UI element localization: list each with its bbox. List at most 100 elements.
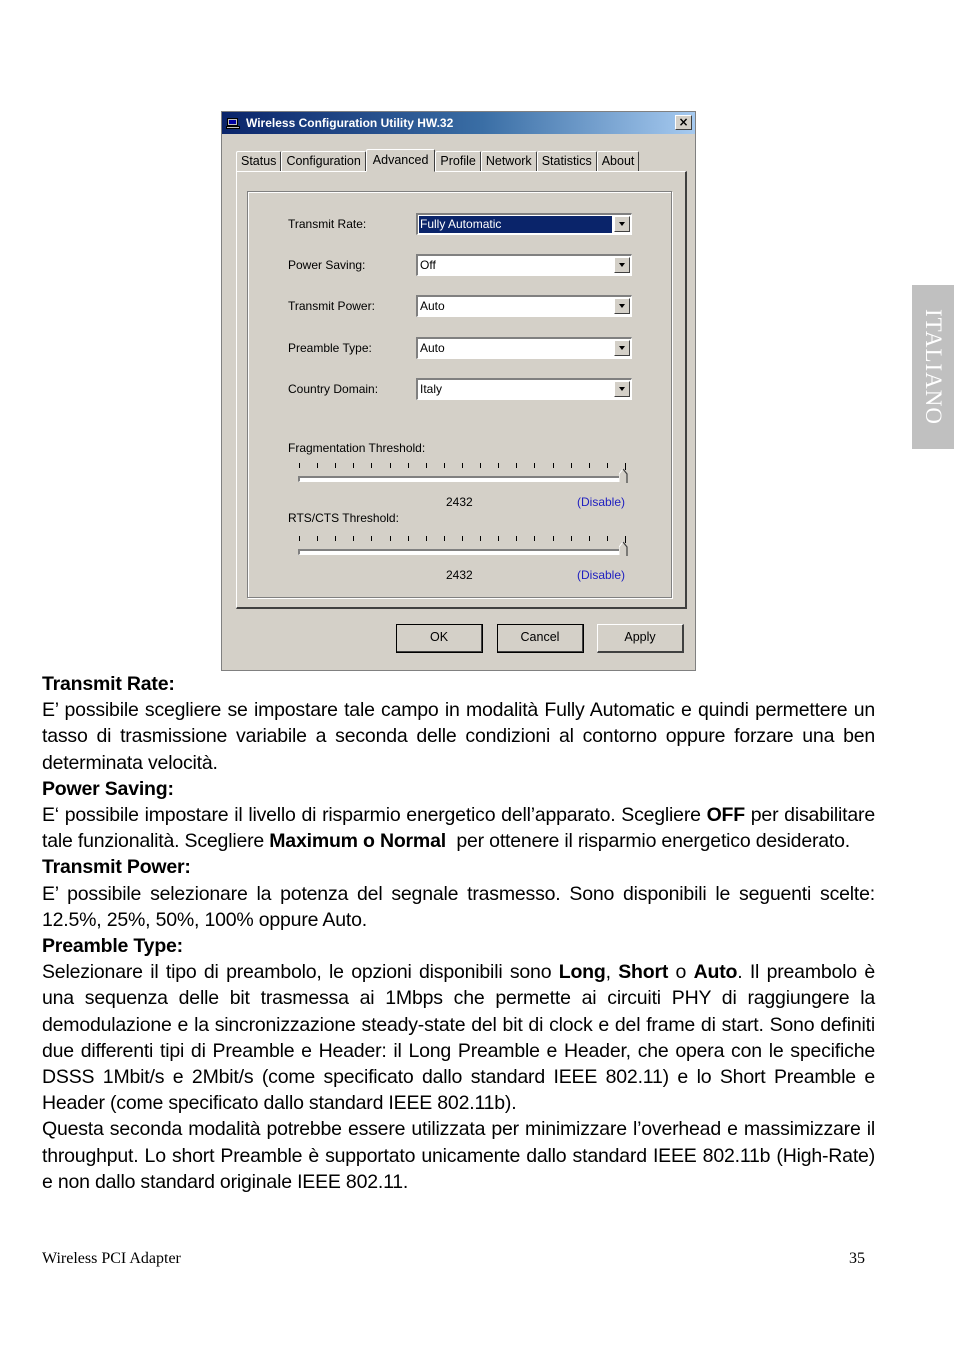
preamble-type-label: Preamble Type: bbox=[288, 341, 372, 355]
slider-tick bbox=[317, 536, 319, 541]
section-heading: Transmit Rate: bbox=[42, 673, 175, 695]
emphasis-long: Long bbox=[558, 961, 606, 984]
ok-button[interactable]: OK bbox=[396, 624, 483, 653]
tab-profile[interactable]: Profile bbox=[435, 151, 481, 171]
text-run: o bbox=[668, 961, 694, 984]
slider-tick bbox=[335, 536, 337, 541]
slider-tick bbox=[498, 536, 500, 541]
apply-button[interactable]: Apply bbox=[597, 624, 684, 653]
slider-tick bbox=[335, 463, 337, 468]
tab-status[interactable]: Status bbox=[236, 151, 282, 171]
computer-icon bbox=[226, 117, 240, 129]
close-button[interactable]: × bbox=[675, 115, 692, 130]
preamble-type-value: Auto bbox=[420, 341, 445, 355]
emphasis-auto: Auto bbox=[693, 961, 738, 984]
slider-tick bbox=[425, 536, 427, 541]
text-run: E‘ possibile impostare il livello di ris… bbox=[42, 804, 707, 827]
slider-tick bbox=[570, 536, 572, 541]
tab-configuration[interactable]: Configuration bbox=[281, 151, 366, 171]
text-run: per ottenere il risparmio energetico des… bbox=[445, 830, 850, 853]
rts-cts-threshold-state: (Disable) bbox=[577, 568, 626, 582]
emphasis-short: Short bbox=[618, 961, 669, 984]
slider-tick bbox=[425, 463, 427, 468]
section-paragraph: E’ possibile scegliere se impostare tale… bbox=[42, 699, 875, 774]
slider-tick bbox=[371, 463, 373, 468]
slider-tick bbox=[516, 463, 518, 468]
rts-cts-threshold-value: 2432 bbox=[446, 568, 473, 582]
title-bar[interactable]: Wireless Configuration Utility HW.32 × bbox=[222, 112, 695, 134]
chevron-down-icon[interactable] bbox=[614, 298, 630, 314]
section-paragraph: Selezionare il tipo di preambolo, le opz… bbox=[42, 959, 875, 1116]
page-number: 35 bbox=[849, 1250, 865, 1267]
window-title: Wireless Configuration Utility HW.32 bbox=[246, 116, 454, 130]
text-run: Selezionare il tipo di preambolo, le opz… bbox=[42, 961, 559, 984]
tab-statistics[interactable]: Statistics bbox=[536, 151, 597, 171]
close-icon: × bbox=[678, 115, 689, 129]
slider-tick bbox=[480, 536, 482, 541]
section-paragraph: Questa seconda modalità potrebbe essere … bbox=[42, 1118, 875, 1193]
country-domain-value: Italy bbox=[420, 382, 443, 396]
slider-track bbox=[298, 549, 624, 555]
advanced-tab-panel: Transmit Rate: Fully Automatic Power Sav… bbox=[236, 171, 687, 609]
slider-thumb[interactable] bbox=[619, 541, 628, 557]
power-saving-label: Power Saving: bbox=[288, 258, 366, 272]
slider-tick bbox=[389, 536, 391, 541]
slider-tick bbox=[443, 463, 445, 468]
slider-tick bbox=[371, 536, 373, 541]
chevron-down-icon[interactable] bbox=[614, 340, 630, 356]
tab-about[interactable]: About bbox=[596, 151, 640, 171]
country-domain-label: Country Domain: bbox=[288, 382, 379, 396]
emphasis-off: OFF bbox=[706, 804, 746, 827]
slider-tick bbox=[588, 463, 590, 468]
cancel-button[interactable]: Cancel bbox=[497, 624, 584, 653]
slider-tick bbox=[606, 463, 608, 468]
slider-ticks bbox=[298, 463, 628, 470]
chevron-down-icon[interactable] bbox=[614, 381, 630, 397]
slider-tick bbox=[588, 536, 590, 541]
fragmentation-threshold-slider[interactable] bbox=[298, 463, 638, 493]
section-paragraph: E’ possibile selezionare la potenza del … bbox=[42, 882, 875, 931]
tab-network[interactable]: Network bbox=[480, 151, 537, 171]
country-domain-select[interactable]: Italy bbox=[416, 378, 632, 400]
slider-tick bbox=[407, 536, 409, 541]
slider-tick bbox=[389, 463, 391, 468]
slider-tick bbox=[534, 463, 536, 468]
transmit-rate-value: Fully Automatic bbox=[419, 216, 612, 233]
section-paragraph: E‘ possibile impostare il livello di ris… bbox=[42, 802, 875, 854]
slider-tick bbox=[299, 536, 300, 541]
transmit-rate-select[interactable]: Fully Automatic bbox=[416, 213, 632, 235]
slider-tick bbox=[498, 463, 500, 468]
tab-bar: Status Configuration Advanced Profile Ne… bbox=[236, 149, 640, 172]
document-body: Transmit Rate: E’ possibile scegliere se… bbox=[42, 671, 875, 1195]
slider-tick bbox=[462, 463, 463, 468]
power-saving-select[interactable]: Off bbox=[416, 254, 632, 276]
slider-ticks bbox=[298, 536, 628, 543]
slider-thumb[interactable] bbox=[619, 468, 628, 484]
preamble-type-select[interactable]: Auto bbox=[416, 337, 632, 359]
slider-tick bbox=[353, 463, 355, 468]
slider-tick bbox=[552, 536, 554, 541]
fragmentation-threshold-state: (Disable) bbox=[577, 495, 626, 509]
rts-cts-threshold-slider[interactable] bbox=[298, 536, 638, 566]
slider-tick bbox=[317, 463, 319, 468]
fragmentation-threshold-label: Fragmentation Threshold: bbox=[288, 441, 426, 455]
language-side-tab: ITALIANO bbox=[912, 285, 954, 449]
slider-tick bbox=[353, 536, 355, 541]
slider-tick bbox=[516, 536, 518, 541]
emphasis-modes: Maximum o Normal bbox=[269, 830, 446, 853]
rts-cts-threshold-label: RTS/CTS Threshold: bbox=[288, 511, 399, 525]
slider-tick bbox=[299, 463, 300, 468]
tab-advanced[interactable]: Advanced bbox=[365, 149, 436, 172]
wireless-config-dialog: Wireless Configuration Utility HW.32 × S… bbox=[221, 111, 696, 671]
text-run: . Il preambolo è una sequenza delle bit … bbox=[42, 961, 875, 1115]
transmit-power-label: Transmit Power: bbox=[288, 299, 375, 313]
section-heading: Transmit Power: bbox=[42, 856, 191, 879]
slider-tick bbox=[462, 536, 463, 541]
transmit-rate-label: Transmit Rate: bbox=[288, 217, 367, 231]
chevron-down-icon[interactable] bbox=[614, 216, 630, 232]
transmit-power-select[interactable]: Auto bbox=[416, 295, 632, 317]
slider-tick bbox=[606, 536, 608, 541]
slider-tick bbox=[534, 536, 536, 541]
slider-track bbox=[298, 476, 624, 482]
chevron-down-icon[interactable] bbox=[614, 257, 630, 273]
